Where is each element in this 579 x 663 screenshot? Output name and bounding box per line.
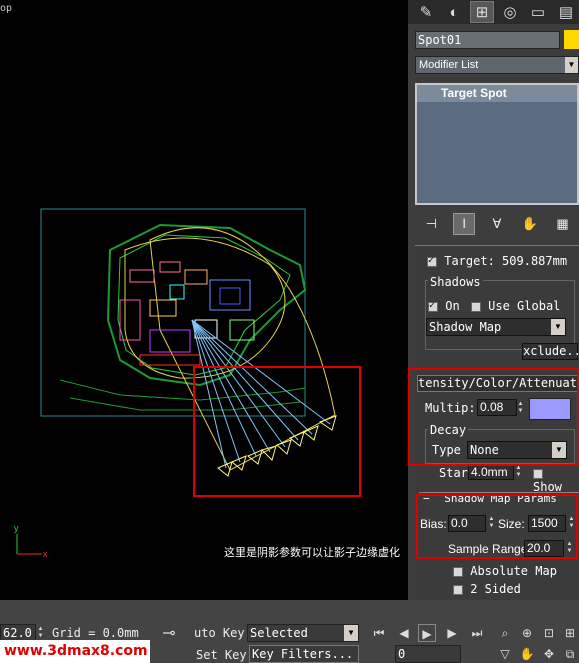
coordinate-spinner-icon[interactable]: ▲ ▼	[36, 626, 45, 640]
multiplier-input[interactable]: 0.08	[477, 399, 517, 416]
watermark: www.3dmax8.com	[0, 640, 150, 663]
decay-type-value: None	[470, 443, 499, 457]
multiplier-label: Multip:	[425, 401, 476, 415]
sample-range-spinner-icon[interactable]: ▲ ▼	[565, 541, 574, 555]
utilities-icon[interactable]: ▤	[554, 1, 578, 23]
pan-icon[interactable]: ✋	[518, 645, 536, 663]
modifier-list-dropdown[interactable]: Modifier List ▼	[415, 56, 579, 74]
stack-item-target-spot[interactable]: Target Spot	[417, 85, 577, 102]
object-color-swatch[interactable]	[564, 30, 579, 49]
absolute-map-label: Absolute Map	[470, 564, 557, 578]
target-row: Target: 509.887mm	[427, 254, 567, 268]
two-sided-checkbox[interactable]	[453, 584, 463, 595]
show-end-result-icon[interactable]: Ⅰ	[453, 213, 476, 235]
zoom-icon[interactable]: ⌕	[496, 624, 514, 642]
shadow-map-rollout-header[interactable]: − Shadow Map Params	[419, 492, 579, 505]
next-frame-icon[interactable]: ▶	[443, 624, 461, 642]
viewport-top[interactable]: op y x 这里是阴影参数可以让影子边缘虚化	[0, 0, 408, 600]
object-name-input[interactable]: Spot01	[415, 31, 560, 49]
orbit-icon[interactable]: ✥	[540, 645, 558, 663]
decay-start-label: Star	[439, 466, 468, 480]
remove-modifier-icon[interactable]: ✋	[519, 213, 541, 235]
bias-label: Bias:	[420, 517, 447, 531]
panel-tabs: ✎ ◐ ⊞ ◎ ▭ ▤	[408, 0, 579, 24]
sample-range-input[interactable]: 20.0	[524, 540, 564, 557]
configure-sets-icon[interactable]: ▦	[552, 213, 574, 235]
bias-input[interactable]: 0.0	[448, 515, 486, 532]
key-filters-button[interactable]: Key Filters...	[249, 645, 359, 663]
shadow-type-dropdown[interactable]: Shadow Map ▼	[426, 318, 566, 336]
shadows-on-row: On Use Global	[428, 299, 560, 313]
decay-start-input[interactable]: 4.0mm	[468, 464, 514, 480]
shadows-group: Shadows On Use Global Shadow Map ▼	[425, 275, 575, 350]
modify-icon[interactable]: ◐	[442, 1, 466, 23]
bias-spinner-icon[interactable]: ▲ ▼	[487, 516, 496, 530]
collapse-icon[interactable]: −	[423, 492, 430, 505]
hierarchy-icon[interactable]: ⊞	[470, 1, 494, 23]
field-of-view-icon[interactable]: ▽	[496, 645, 514, 663]
absolute-map-row: Absolute Map	[453, 564, 557, 578]
selection-set-dropdown[interactable]: Selected ▼	[247, 624, 359, 642]
size-input[interactable]: 1500	[528, 515, 566, 532]
target-label: Target:	[444, 254, 495, 268]
chevron-down-icon[interactable]: ▼	[551, 319, 565, 335]
decay-start-spinner-icon[interactable]: ▲ ▼	[514, 465, 523, 479]
shadows-on-checkbox[interactable]	[428, 300, 438, 312]
intensity-rollout-header[interactable]: tensity/Color/Attenuati	[417, 375, 579, 392]
two-sided-label: 2 Sided	[470, 582, 521, 596]
target-value: 509.887mm	[502, 254, 568, 268]
use-global-label: Use Global	[488, 299, 561, 313]
exclude-button[interactable]: xclude..	[522, 343, 579, 360]
sample-range-label: Sample Range:	[448, 542, 531, 556]
multiplier-spinner-icon[interactable]: ▲ ▼	[516, 401, 525, 415]
shadow-map-header-label: Shadow Map Params	[444, 492, 557, 505]
shadows-on-label: On	[445, 299, 460, 313]
decay-show-checkbox[interactable]	[533, 468, 543, 479]
chevron-down-icon[interactable]: ▼	[565, 57, 578, 73]
stack-tools: ⊣ Ⅰ ∀ ✋ ▦	[415, 211, 579, 237]
set-key-button[interactable]: Set Key	[196, 648, 247, 662]
zoom-extents-all-icon[interactable]: ⊞	[561, 624, 579, 642]
decay-show-row: Show	[533, 466, 579, 494]
target-checkbox[interactable]	[427, 255, 437, 267]
play-icon[interactable]: ▶	[418, 624, 436, 642]
maximize-viewport-icon[interactable]: ⧉	[561, 645, 579, 663]
current-frame-input[interactable]: 0	[395, 645, 461, 663]
grid-readout: Grid = 0.0mm	[52, 626, 139, 640]
go-to-start-icon[interactable]: ⏮	[370, 624, 388, 642]
size-label: Size:	[498, 517, 525, 531]
create-icon[interactable]: ✎	[414, 1, 438, 23]
use-global-checkbox[interactable]	[470, 301, 481, 312]
two-sided-row: 2 Sided	[453, 582, 521, 596]
scene-drawing: y x	[14, 208, 337, 559]
selection-set-value: Selected	[250, 626, 308, 640]
zoom-extents-icon[interactable]: ⊡	[540, 624, 558, 642]
chevron-down-icon[interactable]: ▼	[344, 625, 358, 641]
chevron-down-icon[interactable]: ▼	[552, 442, 566, 458]
shadow-type-value: Shadow Map	[429, 320, 502, 334]
go-to-end-icon[interactable]: ⏭	[468, 624, 486, 642]
decay-group-label: Decay	[428, 423, 469, 437]
decay-type-label: Type	[432, 443, 461, 457]
parameters-rollout: Target: 509.887mm Shadows On Use Global …	[415, 245, 579, 600]
modifier-list-label: Modifier List	[419, 59, 479, 71]
auto-key-button[interactable]: uto Key	[194, 626, 245, 640]
axis-y-label: y	[14, 523, 19, 533]
display-icon[interactable]: ▭	[526, 1, 550, 23]
key-icon[interactable]: ⊸	[155, 625, 183, 643]
zoom-all-icon[interactable]: ⊕	[518, 624, 536, 642]
shadows-group-label: Shadows	[428, 275, 483, 289]
previous-frame-icon[interactable]: ◀	[395, 624, 413, 642]
annotation-caption: 这里是阴影参数可以让影子边缘虚化	[224, 546, 400, 559]
modifier-stack[interactable]: Target Spot	[415, 83, 579, 205]
pin-stack-icon[interactable]: ⊣	[420, 213, 442, 235]
light-color-swatch[interactable]	[529, 398, 571, 420]
size-spinner-icon[interactable]: ▲ ▼	[567, 516, 576, 530]
command-panel: ✎ ◐ ⊞ ◎ ▭ ▤ Spot01 Modifier List ▼ Targe…	[408, 0, 579, 600]
make-unique-icon[interactable]: ∀	[486, 213, 508, 235]
absolute-map-checkbox[interactable]	[453, 566, 463, 577]
decay-type-dropdown[interactable]: None ▼	[467, 441, 567, 459]
axis-x-label: x	[43, 549, 48, 559]
motion-icon[interactable]: ◎	[498, 1, 522, 23]
